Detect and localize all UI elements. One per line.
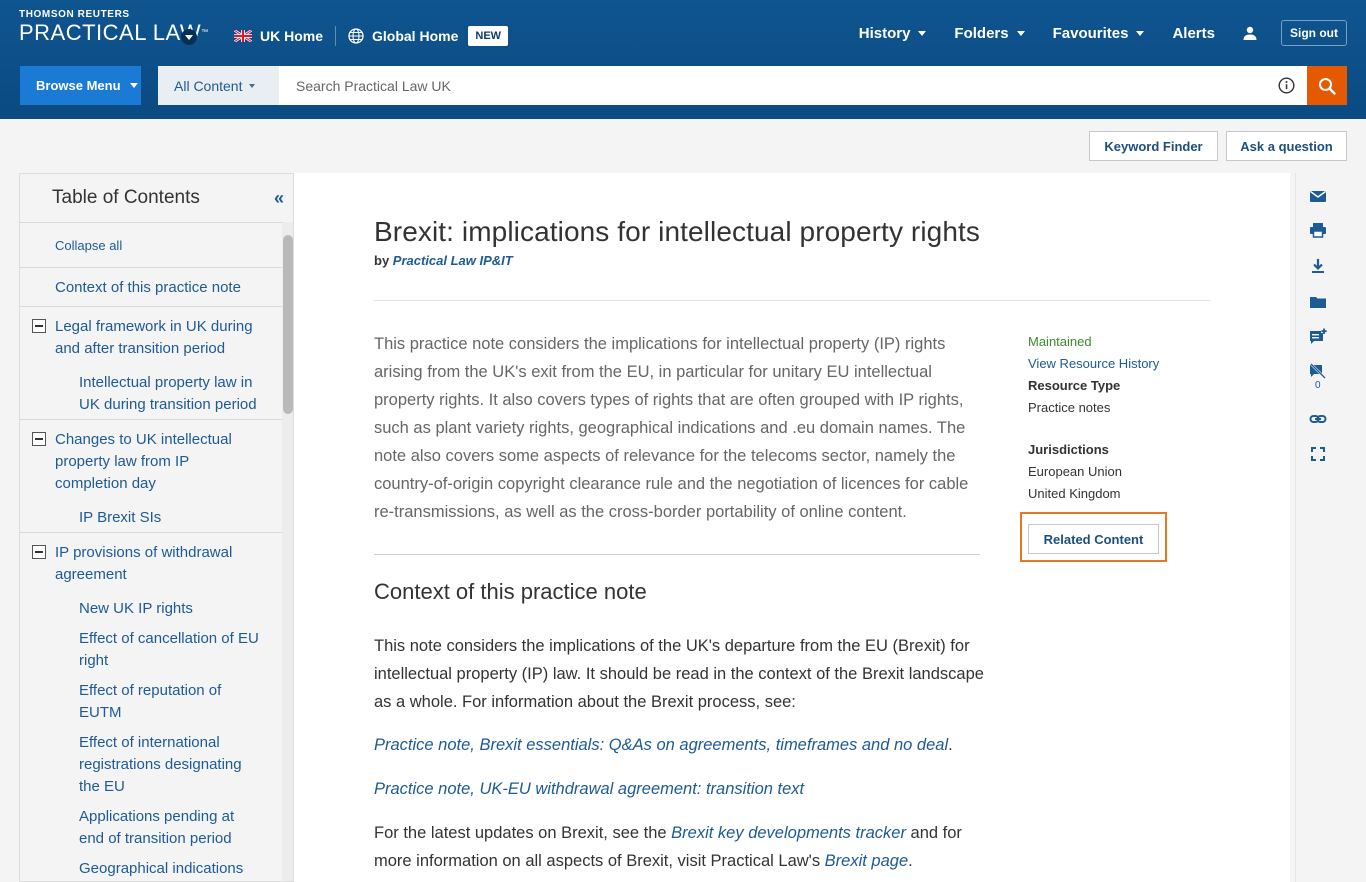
chevron-down-icon bbox=[1016, 30, 1025, 36]
search-input[interactable]: Search Practical Law UK bbox=[279, 66, 1307, 105]
abstract: This practice note considers the implica… bbox=[374, 335, 969, 521]
ask-question-button[interactable]: Ask a question bbox=[1226, 131, 1347, 161]
page-title: Brexit: implications for intellectual pr… bbox=[374, 216, 980, 247]
add-note-icon[interactable] bbox=[1309, 328, 1327, 346]
resource-type-value: Practice notes bbox=[1028, 400, 1111, 415]
collapse-all-link[interactable]: Collapse all bbox=[55, 237, 122, 255]
jurisdiction-item: European Union bbox=[1028, 464, 1122, 479]
toc-subitem[interactable]: New UK IP rights bbox=[79, 598, 193, 620]
practice-note-link[interactable]: Practice note, UK-EU withdrawal agreemen… bbox=[374, 780, 804, 798]
toc-subitem[interactable]: IP Brexit SIs bbox=[79, 507, 161, 529]
search-icon bbox=[1319, 77, 1336, 95]
resource-history-link[interactable]: View Resource History bbox=[1028, 353, 1159, 375]
tracker-link[interactable]: Brexit key developments tracker bbox=[671, 824, 906, 842]
toc-scrollbar-thumb[interactable] bbox=[283, 235, 293, 414]
resource-type-label: Resource Type bbox=[1028, 378, 1121, 393]
global-home-link[interactable]: Global Home bbox=[372, 28, 458, 44]
folder-icon[interactable] bbox=[1309, 293, 1327, 311]
alerts-link[interactable]: Alerts bbox=[1172, 25, 1215, 42]
meta-spacer bbox=[1028, 419, 1159, 439]
jurisdiction-item: United Kingdom bbox=[1028, 486, 1121, 501]
nav-divider bbox=[335, 26, 337, 46]
author-link[interactable]: Practical Law IP&IT bbox=[393, 253, 513, 268]
collapse-toc-icon[interactable]: « bbox=[274, 188, 284, 209]
practice-note-link[interactable]: Practice note, Brexit essentials: Q&As o… bbox=[374, 736, 948, 754]
globe-icon bbox=[348, 28, 364, 44]
chevron-down-icon bbox=[1136, 30, 1145, 36]
brand-dropdown-caret-icon[interactable] bbox=[181, 29, 197, 45]
annotation-count: 0 bbox=[1315, 380, 1321, 391]
list-item[interactable]: Changes to UK intellectual property law … bbox=[20, 419, 282, 532]
resource-metadata: Maintained View Resource History Resourc… bbox=[1028, 331, 1159, 505]
practical-law-logo[interactable]: THOMSON REUTERS PRACTICAL LAW™ bbox=[19, 9, 209, 45]
user-icon[interactable] bbox=[1243, 26, 1257, 40]
history-menu[interactable]: History bbox=[859, 25, 927, 42]
paragraph: For the latest updates on Brexit, see th… bbox=[374, 824, 962, 870]
toc-list: Collapse all Context of this practice no… bbox=[20, 222, 282, 881]
toc-subitem[interactable]: Applications pending at end of transitio… bbox=[79, 806, 254, 850]
chevron-down-icon bbox=[129, 83, 138, 88]
info-icon[interactable] bbox=[1278, 77, 1295, 94]
annotations-icon[interactable] bbox=[1309, 363, 1327, 381]
divider bbox=[374, 300, 1211, 301]
collapse-section-icon[interactable] bbox=[32, 432, 46, 446]
toc-subitem[interactable]: Intellectual property law in UK during t… bbox=[79, 372, 269, 416]
chevron-down-icon bbox=[918, 30, 927, 36]
toc-subitem[interactable]: Geographical indications bbox=[79, 858, 243, 880]
toc-collapse-all-row: Collapse all bbox=[20, 223, 282, 267]
email-icon[interactable] bbox=[1309, 187, 1327, 205]
link-icon[interactable] bbox=[1309, 410, 1327, 428]
list-item[interactable]: Context of this practice note bbox=[20, 267, 282, 306]
home-links: UK Home Global Home NEW bbox=[234, 26, 509, 46]
divider bbox=[374, 554, 980, 555]
status-badge: Maintained bbox=[1028, 334, 1092, 349]
keyword-finder-button[interactable]: Keyword Finder bbox=[1089, 131, 1218, 161]
section-heading: Context of this practice note bbox=[374, 579, 647, 604]
paragraph: Practice note, UK-EU withdrawal agreemen… bbox=[374, 775, 989, 803]
brand-name: PRACTICAL LAW™ bbox=[19, 20, 209, 45]
chevron-down-icon bbox=[249, 83, 256, 88]
brexit-page-link[interactable]: Brexit page bbox=[825, 852, 908, 870]
search-button[interactable] bbox=[1307, 66, 1347, 105]
new-badge: NEW bbox=[468, 26, 509, 46]
paragraph: This note considers the implications of … bbox=[374, 637, 984, 711]
search-scope-select[interactable]: All Content bbox=[158, 66, 279, 105]
toc-title: Table of Contents bbox=[52, 187, 200, 208]
uk-home-link[interactable]: UK Home bbox=[260, 28, 323, 44]
byline: by Practical Law IP&IT bbox=[374, 253, 513, 268]
list-item[interactable]: IP provisions of withdrawal agreement Ne… bbox=[20, 532, 282, 881]
document-content: Brexit: implications for intellectual pr… bbox=[294, 173, 1290, 882]
collapse-section-icon[interactable] bbox=[32, 319, 46, 333]
print-icon[interactable] bbox=[1309, 221, 1327, 239]
download-icon[interactable] bbox=[1309, 257, 1327, 275]
toc-subitem[interactable]: Effect of reputation of EUTM bbox=[79, 680, 239, 724]
folders-menu[interactable]: Folders bbox=[954, 25, 1025, 42]
sign-out-button[interactable]: Sign out bbox=[1281, 20, 1347, 46]
site-header: THOMSON REUTERS PRACTICAL LAW™ UK Home G… bbox=[0, 0, 1366, 119]
search-placeholder: Search Practical Law UK bbox=[296, 77, 451, 94]
browse-menu-button[interactable]: Browse Menu bbox=[20, 66, 141, 105]
paragraph: Practice note, Brexit essentials: Q&As o… bbox=[374, 736, 953, 754]
table-of-contents: Table of Contents « Collapse all Context… bbox=[19, 173, 294, 882]
fullscreen-icon[interactable] bbox=[1309, 445, 1327, 463]
uk-flag-icon bbox=[234, 30, 252, 42]
related-content-button[interactable]: Related Content bbox=[1028, 524, 1159, 554]
toc-subitem[interactable]: Effect of international registrations de… bbox=[79, 732, 259, 798]
jurisdictions-label: Jurisdictions bbox=[1028, 442, 1109, 457]
list-item[interactable]: Legal framework in UK during and after t… bbox=[20, 306, 282, 419]
favourites-menu[interactable]: Favourites bbox=[1053, 25, 1145, 42]
toc-subitem[interactable]: Effect of cancellation of EU right bbox=[79, 628, 269, 672]
related-content-highlight: Related Content bbox=[1020, 512, 1167, 562]
collapse-section-icon[interactable] bbox=[32, 545, 46, 559]
document-actions-rail: 0 bbox=[1295, 173, 1339, 882]
top-navigation: History Folders Favourites Alerts Sign o… bbox=[831, 20, 1347, 46]
